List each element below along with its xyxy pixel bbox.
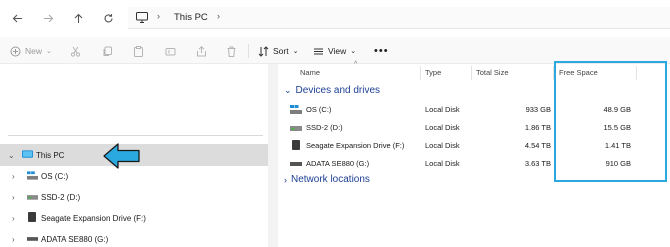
column-header-name[interactable]: Name (300, 68, 320, 77)
external-drive-icon (292, 140, 300, 150)
trash-icon (227, 46, 236, 57)
toolbar-divider (248, 44, 249, 58)
copy-icon (103, 46, 112, 56)
more-options-icon[interactable]: ••• (374, 43, 389, 59)
cut-button[interactable] (70, 43, 81, 59)
clipboard-icon (134, 45, 143, 57)
view-label: View (328, 46, 347, 56)
drive-icon (290, 126, 302, 131)
free-space-highlight (554, 61, 667, 182)
arrow-up-icon (74, 13, 82, 23)
pane-splitter[interactable] (268, 64, 278, 247)
drive-name: Seagate Expansion Drive (F:) (306, 141, 405, 150)
drive-total-size: 4.54 TB (524, 141, 551, 150)
drive-type: Local Disk (425, 141, 460, 150)
sort-icon (258, 45, 269, 57)
drive-icon (27, 237, 38, 241)
sidebar-item-label: OS (C:) (41, 171, 69, 181)
drive-name: OS (C:) (306, 105, 332, 114)
drive-total-size: 933 GB (525, 105, 551, 114)
sidebar-item-label: SSD-2 (D:) (41, 192, 81, 202)
forward-button[interactable] (40, 10, 56, 26)
command-bar: New ⌄ Sort ⌄ View ⌄ ••• (0, 37, 670, 64)
copy-button[interactable] (102, 43, 113, 59)
chevron-right-icon[interactable]: › (12, 235, 15, 244)
refresh-button[interactable] (100, 10, 116, 26)
drive-total-size: 1.86 TB (524, 123, 551, 132)
chevron-right-icon[interactable]: › (12, 214, 15, 223)
chevron-down-icon: ⌄ (284, 85, 292, 95)
chevron-down-icon: ⌄ (292, 48, 299, 55)
drive-name: SSD-2 (D:) (306, 123, 343, 132)
sidebar-item-label: ADATA SE880 (G:) (41, 234, 109, 244)
windows-drive-icon (290, 105, 302, 114)
rename-icon (165, 47, 176, 55)
sidebar-item-ssd-2-d[interactable]: › SSD-2 (D:) (0, 186, 268, 208)
chevron-down-icon: ⌄ (46, 48, 52, 55)
chevron-right-icon: › (284, 174, 287, 185)
chevron-down-icon[interactable]: ⌄ (8, 151, 15, 160)
group-header-devices[interactable]: ⌄ Devices and drives (284, 85, 380, 96)
pointer-arrow-icon (103, 143, 140, 169)
windows-drive-icon (27, 171, 38, 180)
new-button[interactable]: New ⌄ (10, 43, 52, 59)
group-label: Network locations (291, 174, 370, 185)
chevron-right-icon[interactable]: › (12, 193, 15, 202)
group-header-network[interactable]: › Network locations (284, 174, 370, 185)
drive-type: Local Disk (425, 159, 460, 168)
drive-total-size: 3.63 TB (524, 159, 551, 168)
drive-icon (27, 195, 38, 200)
drive-name: ADATA SE880 (G:) (306, 159, 370, 168)
paste-button[interactable] (133, 43, 144, 59)
sort-up-icon: ^ (354, 61, 358, 68)
external-drive-icon (28, 212, 36, 222)
delete-button[interactable] (226, 43, 237, 59)
share-button[interactable] (196, 43, 207, 59)
scissors-icon (70, 46, 81, 57)
view-button[interactable]: View ⌄ (313, 43, 356, 59)
arrow-right-icon (43, 14, 53, 22)
computer-icon (136, 12, 148, 23)
sidebar-item-adata-g[interactable]: › ADATA SE880 (G:) (0, 228, 268, 247)
drive-type: Local Disk (425, 123, 460, 132)
view-list-icon (313, 46, 324, 57)
breadcrumb-chevron[interactable]: › (217, 11, 220, 21)
drive-icon (290, 162, 302, 166)
breadcrumb-separator: › (157, 11, 160, 21)
chevron-down-icon: ⌄ (350, 48, 357, 55)
sort-label: Sort (273, 46, 289, 56)
sidebar-item-seagate-f[interactable]: › Seagate Expansion Drive (F:) (0, 207, 268, 229)
chevron-right-icon[interactable]: › (12, 172, 15, 181)
refresh-icon (104, 13, 113, 22)
computer-icon (22, 150, 33, 158)
address-bar: › This PC › (0, 0, 670, 37)
group-label: Devices and drives (295, 85, 381, 96)
drive-type: Local Disk (425, 105, 460, 114)
column-header-total-size[interactable]: Total Size (476, 68, 509, 77)
rename-button[interactable] (165, 43, 176, 59)
share-icon (197, 45, 206, 56)
sidebar-item-label: Seagate Expansion Drive (F:) (41, 213, 146, 223)
column-header-type[interactable]: Type (425, 68, 441, 77)
arrow-left-icon (12, 14, 22, 22)
plus-circle-icon (10, 46, 21, 57)
breadcrumb-this-pc[interactable]: This PC (174, 12, 208, 23)
new-label: New (25, 46, 43, 56)
sort-button[interactable]: Sort ⌄ (258, 43, 298, 59)
column-divider[interactable] (420, 66, 421, 80)
up-button[interactable] (70, 10, 86, 26)
back-button[interactable] (9, 10, 25, 26)
address-field[interactable]: › This PC › (128, 7, 670, 29)
sidebar-divider (8, 135, 263, 136)
column-divider[interactable] (471, 66, 472, 80)
sidebar-item-label: This PC (36, 150, 65, 160)
